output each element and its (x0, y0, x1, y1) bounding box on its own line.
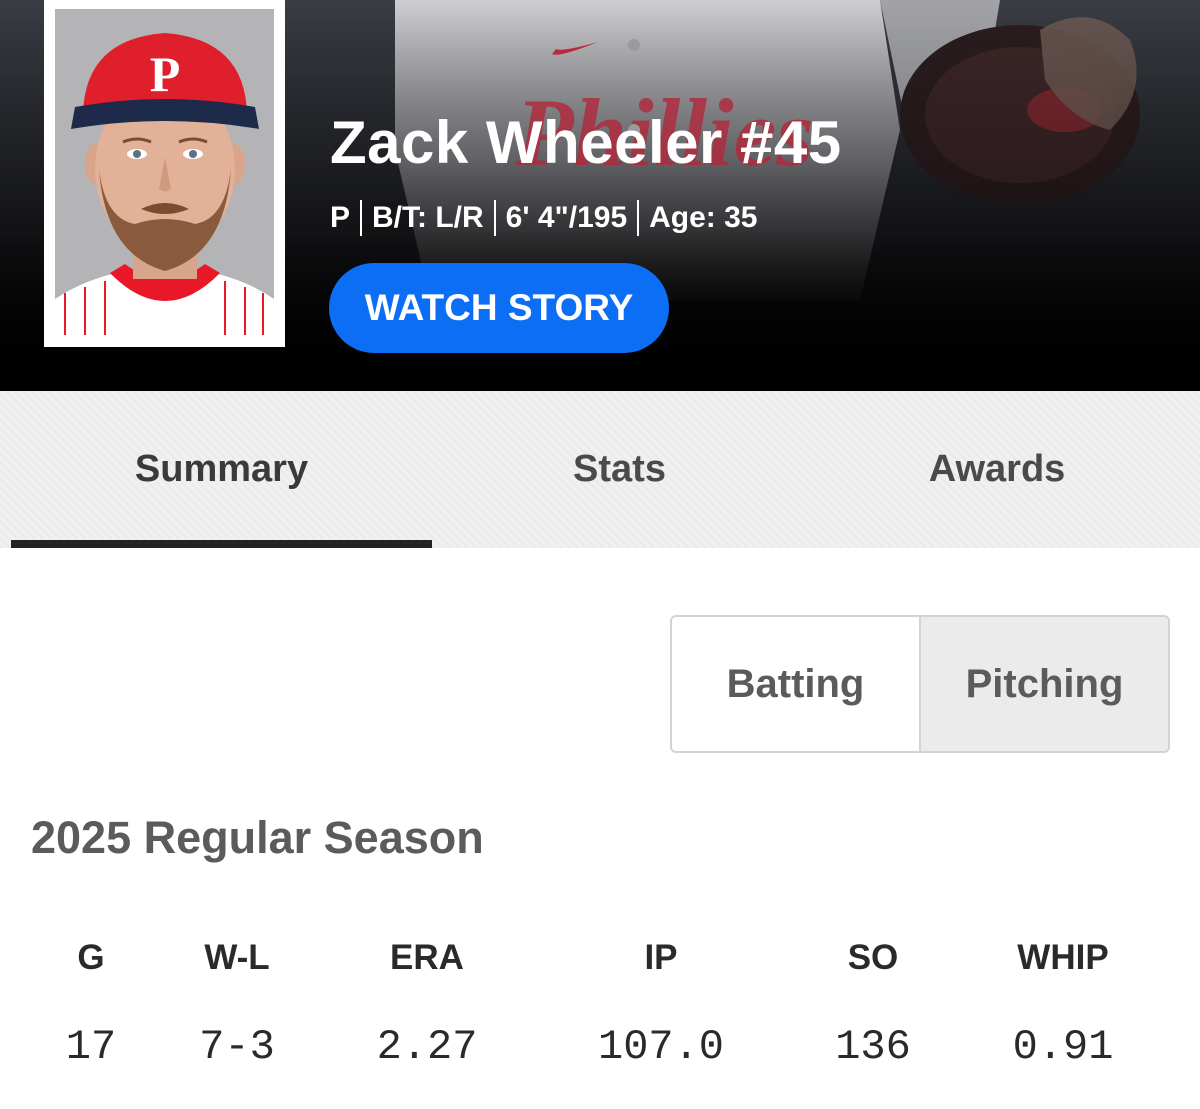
player-bats-throws: B/T: L/R (372, 201, 484, 234)
stat-value: 107.0 (597, 1023, 725, 1071)
profile-tab-bar: Summary Stats Awards (0, 391, 1200, 548)
stat-header: WHIP (1017, 938, 1109, 977)
stat-value: 7-3 (199, 1023, 275, 1071)
stat-header: SO (847, 938, 899, 977)
stat-column-era: ERA 2.27 (327, 935, 527, 1072)
player-portrait-illustration: P (55, 33, 274, 335)
player-headshot-frame: P (44, 0, 285, 347)
player-age: Age: 35 (649, 201, 758, 234)
player-name: Zack Wheeler #45 (330, 109, 842, 176)
player-position: P (330, 201, 351, 234)
stat-column-whip: WHIP 0.91 (963, 935, 1163, 1072)
meta-divider (360, 200, 363, 236)
stat-column-so: SO 136 (773, 935, 973, 1072)
meta-divider (493, 200, 496, 236)
stat-value: 0.91 (1012, 1023, 1114, 1071)
tab-stats[interactable]: Stats (432, 391, 807, 548)
tab-awards[interactable]: Awards (807, 391, 1187, 548)
stat-header: ERA (390, 938, 464, 977)
player-meta: P B/T: L/R 6' 4"/195 Age: 35 (330, 198, 758, 238)
stat-column-w-l: W-L 7-3 (137, 935, 337, 1072)
stat-header: IP (644, 938, 678, 977)
player-height-weight: 6' 4"/195 (505, 201, 628, 234)
stat-value: 136 (835, 1023, 911, 1071)
player-headshot: P (55, 9, 274, 335)
cap-logo-text: P (150, 46, 181, 102)
toggle-batting[interactable]: Batting (672, 617, 919, 751)
watch-story-button[interactable]: WATCH STORY (329, 263, 669, 353)
meta-divider (637, 200, 640, 236)
stat-column-ip: IP 107.0 (561, 935, 761, 1072)
player-hero: Phillies P Zack Wheeler #45 P B/T: L/R 6… (0, 0, 1200, 391)
batting-pitching-toggle: Batting Pitching (670, 615, 1170, 753)
stat-header: W-L (204, 938, 270, 977)
toggle-pitching[interactable]: Pitching (919, 617, 1168, 751)
stat-value: 2.27 (376, 1023, 478, 1071)
tab-summary[interactable]: Summary (11, 391, 432, 548)
season-title: 2025 Regular Season (31, 812, 484, 863)
active-tab-indicator (11, 540, 432, 548)
nike-swoosh-icon (552, 42, 598, 55)
